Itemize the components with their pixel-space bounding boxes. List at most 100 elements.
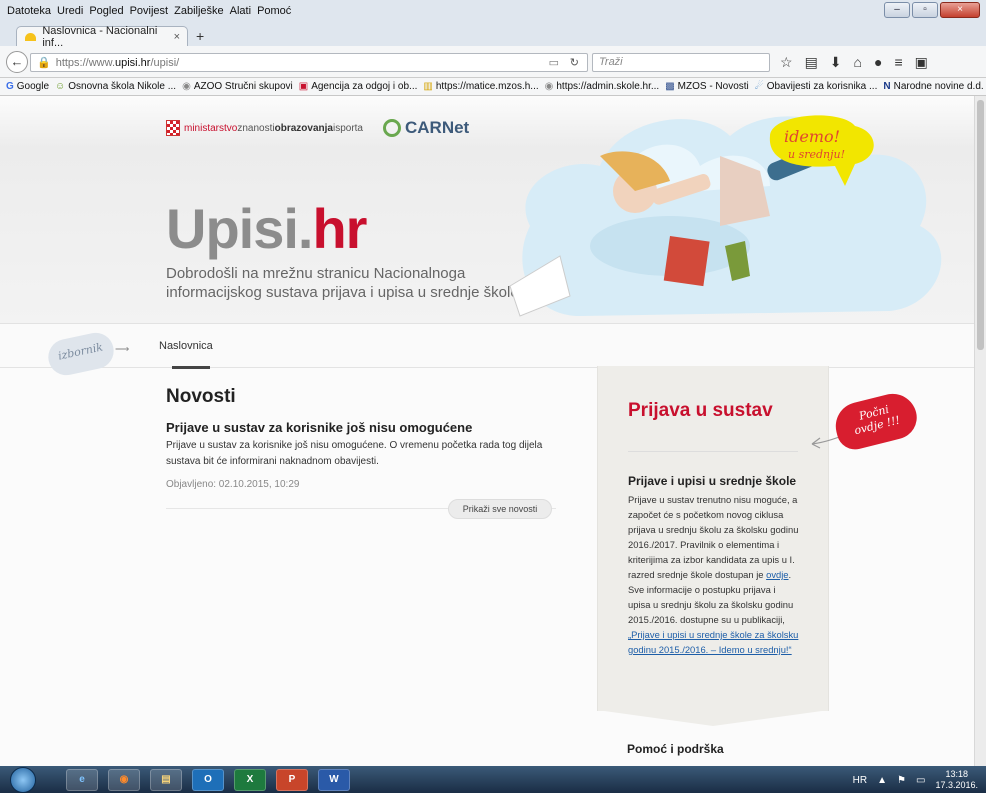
close-window-button[interactable]: × (940, 2, 980, 18)
bookmark-matice[interactable]: ▥ https://matice.mzos.h... (417, 81, 538, 92)
url-host: upisi.hr (115, 56, 151, 69)
reader-view-icon[interactable]: ▭ (549, 56, 559, 69)
search-input[interactable]: Traži (592, 53, 770, 72)
maximize-button[interactable]: ▫ (912, 2, 938, 18)
news-item-title[interactable]: Prijave u sustav za korisnike još nisu o… (166, 420, 554, 435)
powerpoint-icon[interactable]: P (276, 768, 308, 791)
enrollment-text-part: Prijave u sustav trenutno nisu moguće, a… (628, 494, 799, 580)
outlook-icon[interactable]: O (192, 768, 224, 791)
notice-icon: ☄ (754, 81, 764, 92)
language-indicator[interactable]: HR (853, 775, 867, 786)
download-icon[interactable]: ⬇ (830, 54, 842, 71)
start-here-badge[interactable]: Počni ovdje !!! (830, 388, 922, 454)
menu-pogled[interactable]: Pogled (86, 5, 126, 17)
school-icon: ☺ (55, 81, 66, 92)
bookmark-google[interactable]: G Google (0, 81, 49, 92)
show-all-news-button[interactable]: Prikaži sve novosti (448, 499, 552, 519)
publication-link[interactable]: „Prijave i upisi u srednje škole za škol… (628, 629, 798, 655)
back-button[interactable]: ← (6, 51, 28, 73)
menu-icon[interactable]: ≡ (894, 54, 902, 71)
ministry-logo-part: ministarstvo (184, 122, 238, 134)
croatian-coat-of-arms-icon (166, 120, 180, 136)
breadcrumb-home[interactable]: Naslovnica (159, 340, 213, 352)
tab-close-icon[interactable]: × (174, 31, 180, 43)
carnet-logo[interactable]: CARNet (382, 118, 469, 138)
reload-icon[interactable]: ↻ (570, 56, 579, 69)
bookmark-mzos[interactable]: ▩ MZOS - Novosti (659, 81, 749, 92)
ministry-logo[interactable]: ministarstvo znanosti obrazovanja isporta (166, 120, 363, 136)
network-icon[interactable]: ▭ (916, 775, 925, 786)
news-section: Novosti Prijave u sustav za korisnike jo… (166, 386, 554, 490)
page-viewport: ministarstvo znanosti obrazovanja isporta C… (0, 96, 974, 766)
excel-icon[interactable]: X (234, 768, 266, 791)
news-item-text: Prijave u sustav za korisnike još nisu o… (166, 440, 543, 467)
bookmark-osnovna-skola[interactable]: ☺ Osnovna škola Nikole ... (49, 81, 176, 92)
menu-alati[interactable]: Alati (227, 5, 254, 17)
bookmark-admin-skole[interactable]: ◉ https://admin.skole.hr... (539, 81, 660, 92)
menu-povijest[interactable]: Povijest (127, 5, 172, 17)
bubble-text-top: idemo! (784, 127, 840, 146)
flag-icon[interactable]: ⚑ (897, 775, 906, 786)
explorer-icon[interactable]: ▤ (150, 768, 182, 791)
clock-date: 17.3.2016. (935, 780, 978, 790)
chat-icon[interactable]: ● (874, 54, 882, 71)
word-icon[interactable]: W (318, 768, 350, 791)
clock[interactable]: 13:18 17.3.2016. (935, 769, 978, 791)
menu-badge[interactable]: izbornik (44, 329, 118, 379)
window-controls: – ▫ × (884, 2, 980, 18)
bookmark-narodne-novine[interactable]: N Narodne novine d.d. (877, 81, 983, 92)
partner-logos: ministarstvo znanosti obrazovanja isporta C… (166, 118, 469, 138)
bookmark-label: Google (16, 81, 50, 92)
carnet-icon (382, 119, 401, 137)
menu-zabiljeske[interactable]: Zabilješke (171, 5, 227, 17)
bookmark-azoo[interactable]: ◉ AZOO Stručni skupovi (176, 81, 293, 92)
bookmark-label: https://matice.mzos.h... (435, 81, 539, 92)
bookmark-label: https://admin.skole.hr... (556, 81, 660, 92)
home-icon[interactable]: ⌂ (854, 54, 862, 71)
new-tab-button[interactable]: + (196, 28, 204, 44)
mzos-icon: ▩ (665, 81, 675, 92)
bookmark-label: Obavijesti za korisnika ... (766, 81, 878, 92)
url-path: /upisi/ (150, 56, 180, 69)
bookmarks-list-icon[interactable]: ▤ (805, 54, 818, 71)
ministry-logo-part: znanosti (237, 122, 275, 134)
taskbar: e ◉ ▤ O X P W HR ▲ ⚑ ▭ 13:18 17.3.2016. (0, 766, 986, 793)
toolbar-icons: ☆ ▤ ⬇ ⌂ ● ≡ ▣ (780, 54, 928, 71)
bookmark-label: Agencija za odgoj i ob... (311, 81, 418, 92)
sidebar-icon[interactable]: ▣ (915, 54, 928, 71)
divider (628, 451, 798, 452)
breadcrumb: izbornik ⟶ Naslovnica (0, 324, 974, 379)
breadcrumb-indicator (172, 366, 210, 369)
menu-uredi[interactable]: Uredi (54, 5, 86, 17)
ie-icon[interactable]: e (66, 768, 98, 791)
tab-title: Naslovnica - Nacionalni inf... (42, 24, 158, 49)
bookmark-obavijesti[interactable]: ☄ Obavijesti za korisnika ... (749, 81, 878, 92)
hero-illustration: idemo! u srednju! (509, 115, 942, 317)
agency-icon: ▣ (298, 81, 309, 92)
url-bar[interactable]: 🔒 https://www. upisi.hr/upisi/ ▭ ↻ (30, 53, 588, 72)
rulebook-link[interactable]: ovdje (766, 569, 788, 580)
login-heading[interactable]: Prijava u sustav (628, 400, 773, 422)
minimize-button[interactable]: – (884, 2, 910, 18)
scrollbar-thumb[interactable] (977, 100, 984, 350)
news-footer: Prikaži sve novosti (166, 499, 556, 519)
firefox-icon[interactable]: ◉ (108, 768, 140, 791)
bookmark-star-icon[interactable]: ☆ (780, 54, 793, 71)
browser-tab[interactable]: Naslovnica - Nacionalni inf... × (16, 24, 188, 49)
menu-pomoc[interactable]: Pomoć (254, 5, 294, 17)
enrollment-text: Prijave u sustav trenutno nisu moguće, a… (628, 492, 800, 657)
system-tray: HR ▲ ⚑ ▭ 13:18 17.3.2016. (853, 769, 978, 791)
globe-icon: ◉ (182, 81, 191, 92)
menu-datoteka[interactable]: Datoteka (4, 5, 54, 17)
tray-expand-icon[interactable]: ▲ (877, 775, 887, 786)
bookmark-agencija[interactable]: ▣ Agencija za odgoj i ob... (293, 81, 418, 92)
navigation-bar: ← 🔒 https://www. upisi.hr/upisi/ ▭ ↻ Traž… (0, 46, 986, 78)
hero-banner: ministarstvo znanosti obrazovanja isporta C… (0, 96, 974, 324)
vertical-scrollbar[interactable] (974, 96, 986, 766)
site-logo[interactable]: Upisi.hr (166, 196, 367, 261)
site-logo-gray: Upisi. (166, 197, 313, 260)
globe-icon: ◉ (544, 81, 554, 92)
bookmark-label: Osnovna škola Nikole ... (68, 81, 177, 92)
book-shape (663, 235, 710, 287)
start-button[interactable] (10, 766, 36, 793)
